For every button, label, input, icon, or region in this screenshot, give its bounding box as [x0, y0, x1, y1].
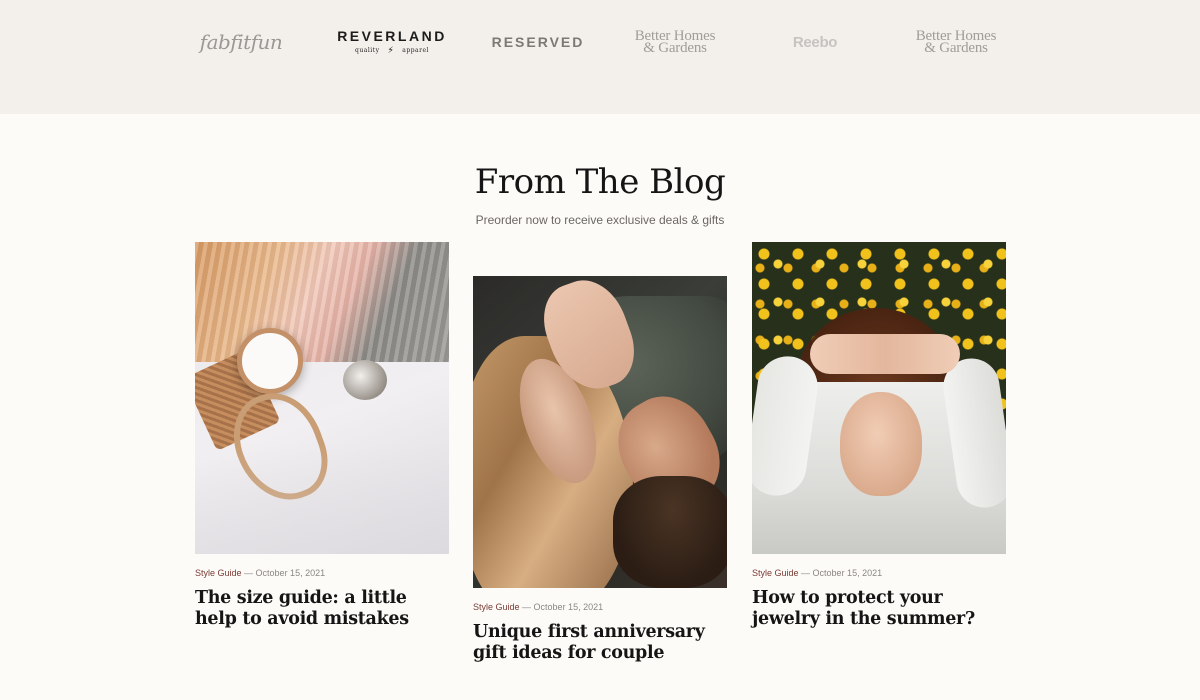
brand-logo-tagline: quality ⚡︎ apparel: [355, 46, 429, 56]
brand-logo-strip: fabfitfun REVERLAND quality ⚡︎ apparel R…: [0, 0, 1200, 114]
brand-logo-reverland[interactable]: REVERLAND quality ⚡︎ apparel: [337, 26, 444, 58]
post-title-link[interactable]: How to protect your jewelry in the summe…: [752, 588, 1006, 630]
post-category-link[interactable]: Style Guide: [752, 568, 799, 578]
blog-section-subtitle: Preorder now to receive exclusive deals …: [475, 213, 725, 227]
post-date: — October 15, 2021: [801, 568, 883, 578]
couple-lying-together-photo[interactable]: [473, 276, 727, 588]
post-meta: Style Guide — October 15, 2021: [195, 568, 449, 580]
brand-logo-text: fabfitfun: [199, 30, 283, 54]
post-meta: Style Guide — October 15, 2021: [752, 568, 1006, 580]
lightning-bolt-icon: ⚡︎: [387, 46, 395, 56]
brand-logo-reserved[interactable]: RESERVED: [488, 26, 588, 58]
post-date: — October 15, 2021: [244, 568, 326, 578]
blog-post-card[interactable]: Style Guide — October 15, 2021 Unique fi…: [473, 276, 727, 664]
post-meta: Style Guide — October 15, 2021: [473, 602, 727, 614]
blog-section-title: From The Blog: [474, 162, 726, 202]
post-title-link[interactable]: Unique first anniversary gift ideas for …: [473, 622, 727, 664]
post-category-link[interactable]: Style Guide: [473, 602, 520, 612]
jewelry-and-watch-photo[interactable]: [195, 242, 449, 554]
brand-logo-tagline-right: apparel: [402, 47, 429, 54]
brand-logo-better-homes-gardens[interactable]: Better Homes & Gardens: [625, 26, 725, 58]
blog-post-card[interactable]: Style Guide — October 15, 2021 How to pr…: [752, 242, 1006, 630]
blog-post-card[interactable]: Style Guide — October 15, 2021 The size …: [195, 242, 449, 630]
brand-logo-fabfitfun[interactable]: fabfitfun: [196, 26, 286, 58]
brand-logo-line-2: & Gardens: [924, 40, 988, 56]
woman-in-yellow-flowers-photo[interactable]: [752, 242, 1006, 554]
brand-logo-line-2: & Gardens: [643, 40, 707, 56]
brand-logo-reebo[interactable]: Reebo: [770, 26, 860, 58]
brand-logo-text: Reebo: [792, 33, 838, 51]
post-date: — October 15, 2021: [522, 602, 604, 612]
brand-logo-tagline-left: quality: [355, 47, 380, 54]
brand-logo-better-homes-gardens-2[interactable]: Better Homes & Gardens: [906, 26, 1006, 58]
post-title-link[interactable]: The size guide: a little help to avoid m…: [195, 588, 449, 630]
brand-logo-text: RESERVED: [491, 34, 585, 50]
brand-logo-text: REVERLAND: [337, 28, 447, 44]
post-category-link[interactable]: Style Guide: [195, 568, 242, 578]
